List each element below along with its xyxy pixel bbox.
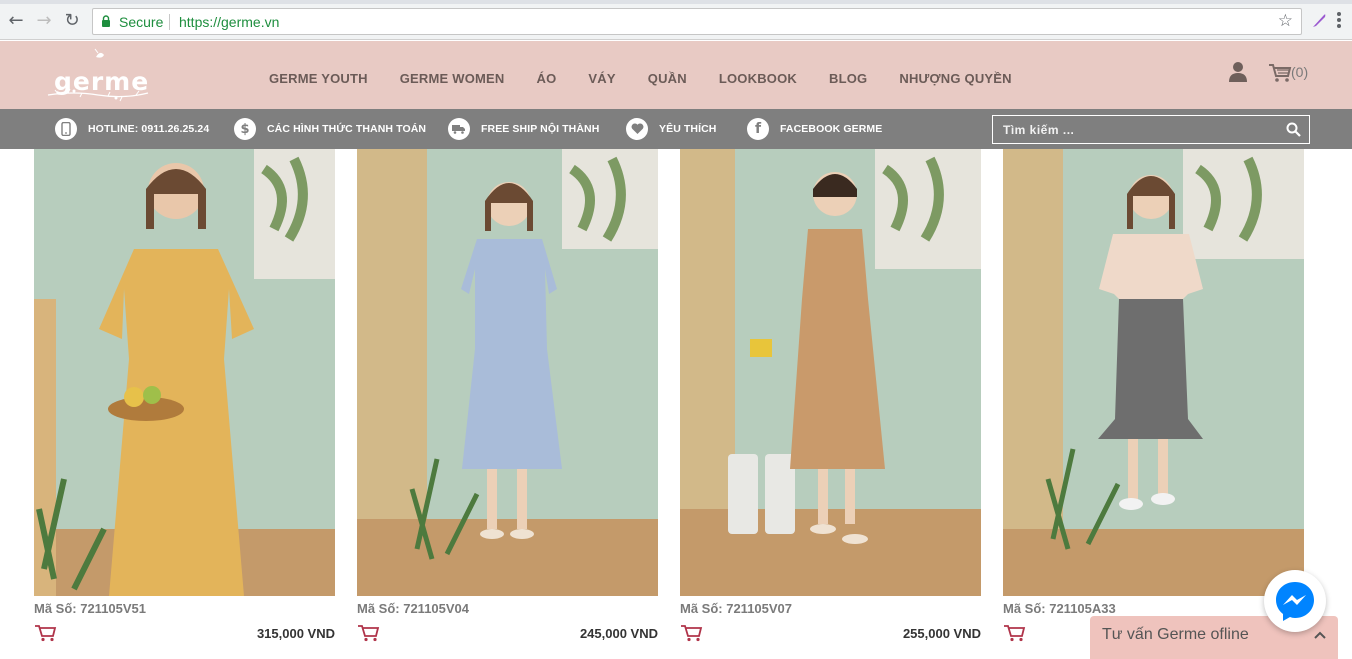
info-bar: HOTLINE: 0911.26.25.24 $ CÁC HÌNH THỨC T… — [0, 109, 1352, 149]
free-ship-link[interactable]: FREE SHIP NỘI THÀNH — [448, 118, 599, 140]
secure-label: Secure — [119, 14, 164, 30]
product-price: 315,000 VND — [256, 626, 335, 641]
bookmark-star-icon[interactable]: ☆ — [1278, 11, 1293, 31]
main-navigation: GERME YOUTH GERME WOMEN ÁO VÁY QUẦN LOOK… — [269, 71, 1044, 86]
hotline-link[interactable]: HOTLINE: 0911.26.25.24 — [55, 118, 209, 140]
germe-logo[interactable]: germe — [44, 47, 152, 103]
extension-feather-icon[interactable] — [1311, 12, 1327, 28]
address-bar[interactable]: Secure https://germe.vn ☆ — [92, 8, 1302, 35]
product-code[interactable]: Mã Số: 721105V07 — [680, 601, 792, 616]
search-box — [992, 115, 1310, 144]
logo-text: germe — [54, 67, 150, 96]
lock-icon — [102, 15, 110, 27]
shopping-cart-icon[interactable] — [1268, 63, 1292, 83]
chat-support-label: Tư vấn Germe ofline — [1102, 626, 1249, 643]
delivery-truck-icon — [448, 118, 470, 140]
facebook-icon: f — [747, 118, 769, 140]
chevron-up-icon[interactable] — [1314, 630, 1326, 640]
product-price: 255,000 VND — [902, 626, 981, 641]
nav-lookbook[interactable]: LOOKBOOK — [719, 71, 797, 86]
cart-count[interactable]: (0) — [1291, 64, 1308, 80]
product-image — [357, 149, 658, 596]
facebook-text: FACEBOOK GERME — [780, 123, 883, 135]
nav-quan[interactable]: QUẦN — [648, 71, 687, 86]
payment-methods-link[interactable]: $ CÁC HÌNH THỨC THANH TOÁN — [234, 118, 426, 140]
nav-blog[interactable]: BLOG — [829, 71, 867, 86]
dollar-icon: $ — [234, 118, 256, 140]
product-price: 245,000 VND — [579, 626, 658, 641]
search-icon[interactable] — [1286, 122, 1301, 137]
browser-toolbar: ← → ↻ Secure https://germe.vn ☆ — [0, 0, 1352, 40]
add-to-cart-icon[interactable] — [680, 624, 704, 642]
product-code[interactable]: Mã Số: 721105V51 — [34, 601, 146, 616]
messenger-button[interactable] — [1264, 570, 1326, 632]
site-header: germe GERME YOUTH GERME WOMEN ÁO VÁY QUẦ… — [0, 41, 1352, 109]
product-photo[interactable] — [34, 149, 335, 596]
add-to-cart-icon[interactable] — [34, 624, 58, 642]
add-to-cart-icon[interactable] — [1003, 624, 1027, 642]
reload-icon[interactable]: ↻ — [62, 11, 82, 31]
phone-icon — [55, 118, 77, 140]
favorites-text: YÊU THÍCH — [659, 123, 717, 135]
tab-strip — [0, 0, 1352, 4]
nav-germe-women[interactable]: GERME WOMEN — [400, 71, 505, 86]
payment-methods-text: CÁC HÌNH THỨC THANH TOÁN — [267, 123, 427, 135]
product-photo[interactable] — [680, 149, 981, 596]
product-code[interactable]: Mã Số: 721105V04 — [357, 601, 469, 616]
messenger-icon — [1276, 582, 1314, 621]
favorites-link[interactable]: YÊU THÍCH — [626, 118, 717, 140]
free-ship-text: FREE SHIP NỘI THÀNH — [481, 123, 600, 135]
product-photo[interactable] — [357, 149, 658, 596]
nav-germe-youth[interactable]: GERME YOUTH — [269, 71, 368, 86]
facebook-link[interactable]: f FACEBOOK GERME — [747, 118, 882, 140]
nav-vay[interactable]: VÁY — [588, 71, 615, 86]
nav-ao[interactable]: ÁO — [537, 71, 557, 86]
back-arrow-icon[interactable]: ← — [6, 11, 26, 31]
product-code[interactable]: Mã Số: 721105A33 — [1003, 601, 1116, 616]
product-image — [680, 149, 981, 596]
user-account-icon[interactable] — [1228, 61, 1248, 83]
product-image — [34, 149, 335, 596]
url-text[interactable]: https://germe.vn — [179, 14, 279, 30]
search-input[interactable] — [993, 116, 1283, 143]
heart-icon — [626, 118, 648, 140]
product-photo[interactable] — [1003, 149, 1304, 596]
add-to-cart-icon[interactable] — [357, 624, 381, 642]
hotline-text: HOTLINE: 0911.26.25.24 — [88, 123, 210, 135]
forward-arrow-icon[interactable]: → — [34, 11, 54, 31]
nav-nhuong-quyen[interactable]: NHƯỢNG QUYỀN — [899, 71, 1011, 86]
address-divider — [169, 14, 170, 30]
browser-menu-icon[interactable] — [1336, 10, 1342, 30]
product-image — [1003, 149, 1304, 596]
